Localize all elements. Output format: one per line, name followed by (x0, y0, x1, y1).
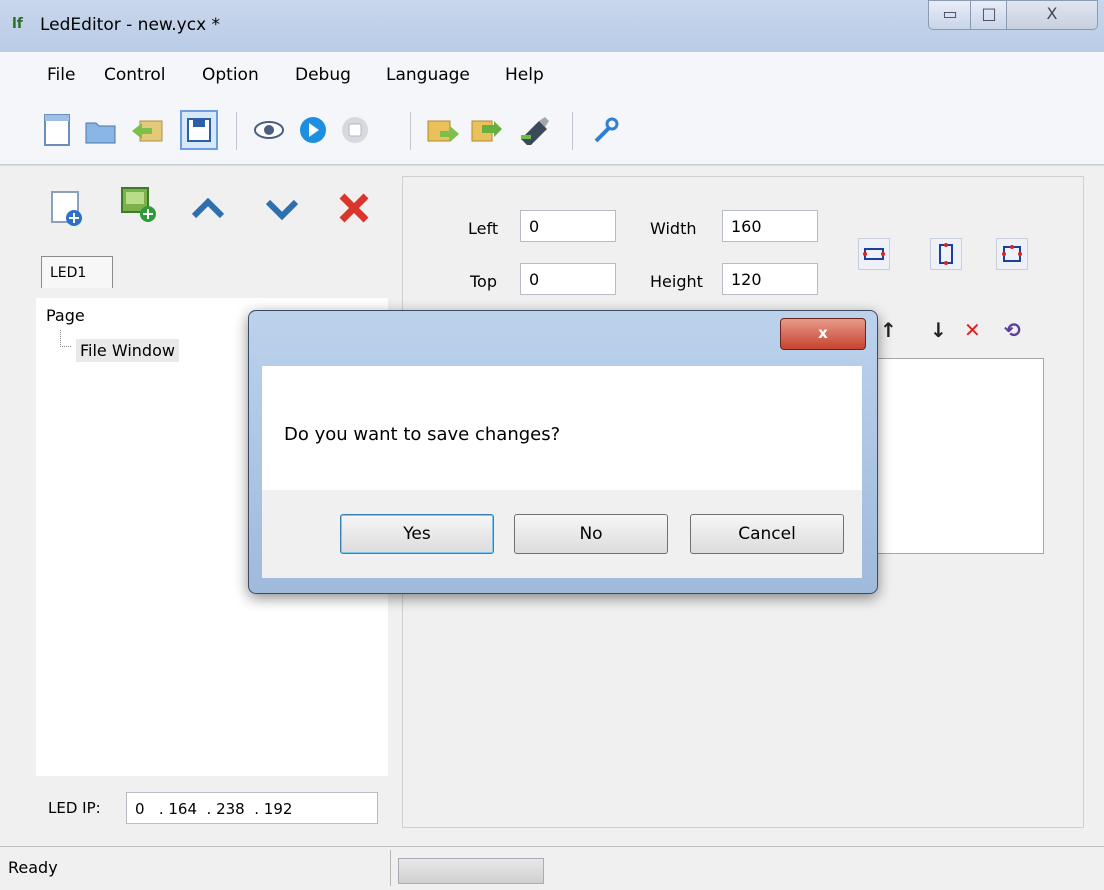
back-icon[interactable] (128, 110, 166, 150)
preview-eye-icon[interactable] (250, 110, 288, 150)
play-icon[interactable] (294, 110, 332, 150)
height-input[interactable]: 120 (722, 263, 818, 295)
fit-height-icon[interactable] (930, 238, 962, 270)
status-divider (390, 850, 391, 886)
menu-help[interactable]: Help (505, 65, 544, 85)
maximize-button[interactable]: □ (970, 0, 1008, 30)
led-ip-label: LED IP: (48, 799, 101, 817)
menu-file[interactable]: File (47, 65, 75, 85)
move-up-icon[interactable] (188, 192, 228, 228)
save-icon[interactable] (180, 110, 218, 150)
stop-icon[interactable] (336, 110, 374, 150)
settings-wrench-icon[interactable] (586, 110, 624, 150)
item-list-box[interactable] (868, 358, 1044, 554)
app-icon: lf (12, 16, 23, 32)
menu-bar (0, 52, 1104, 102)
status-bar (0, 846, 1104, 890)
new-file-icon[interactable] (38, 110, 76, 150)
open-folder-icon[interactable] (82, 110, 120, 150)
width-label: Width (650, 219, 697, 238)
left-label: Left (468, 219, 499, 238)
yes-button[interactable]: Yes (340, 514, 494, 554)
minimize-button[interactable]: ▭ (928, 0, 972, 30)
minimize-icon: ▭ (942, 4, 958, 23)
usb-icon[interactable] (514, 110, 552, 150)
fit-both-icon[interactable] (996, 238, 1028, 270)
close-icon: X (1046, 4, 1058, 23)
tree-item-file-window[interactable]: File Window (76, 339, 179, 362)
status-text: Ready (8, 858, 58, 877)
move-down-icon[interactable] (262, 192, 302, 228)
item-down-icon[interactable]: ↓ (930, 318, 947, 342)
send-icon[interactable] (468, 110, 506, 150)
no-button[interactable]: No (514, 514, 668, 554)
item-refresh-icon[interactable]: ⟲ (1004, 318, 1021, 342)
close-window-button[interactable]: X (1006, 0, 1098, 30)
window-title: LedEditor - new.ycx * (40, 15, 221, 35)
top-label: Top (470, 272, 497, 291)
cancel-button[interactable]: Cancel (690, 514, 844, 554)
left-input[interactable]: 0 (520, 210, 616, 242)
item-delete-icon[interactable]: ✕ (964, 318, 981, 342)
tree-root-page[interactable]: Page (46, 306, 85, 325)
maximize-icon: □ (981, 4, 997, 23)
fit-width-icon[interactable] (858, 238, 890, 270)
item-up-icon[interactable]: ↑ (880, 318, 897, 342)
add-window-icon[interactable] (118, 184, 158, 224)
delete-icon[interactable] (334, 188, 374, 228)
dialog-close-button[interactable]: x (780, 318, 866, 350)
menu-option[interactable]: Option (202, 65, 259, 85)
tree-connector (60, 330, 71, 347)
width-input[interactable]: 160 (722, 210, 818, 242)
led-ip-input[interactable]: 0 . 164 . 238 . 192 (126, 792, 378, 824)
top-input[interactable]: 0 (520, 263, 616, 295)
menu-language[interactable]: Language (386, 65, 470, 85)
dialog-message: Do you want to save changes? (284, 424, 561, 445)
add-page-icon[interactable] (48, 188, 86, 228)
menu-control[interactable]: Control (104, 65, 165, 85)
led-tab[interactable]: LED1 (41, 256, 113, 288)
height-label: Height (650, 272, 703, 291)
export-icon[interactable] (424, 110, 462, 150)
menu-debug[interactable]: Debug (295, 65, 351, 85)
progress-bar (398, 858, 544, 884)
